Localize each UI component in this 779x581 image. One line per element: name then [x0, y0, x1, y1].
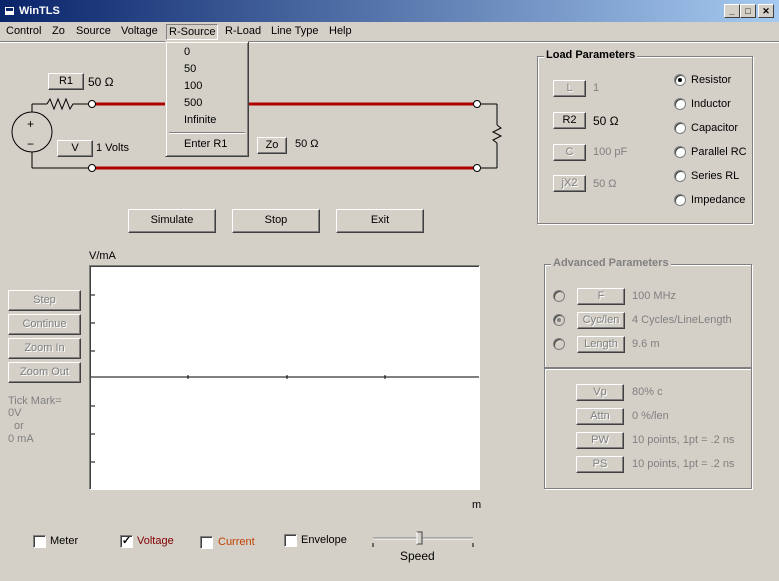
menu-divider — [0, 41, 779, 43]
zo-button[interactable]: Zo — [257, 137, 287, 154]
cyc-len-button[interactable]: Cyc/len — [577, 312, 625, 329]
continue-button[interactable]: Continue — [8, 314, 81, 335]
length-button[interactable]: Length — [577, 336, 625, 353]
l-button[interactable]: L — [553, 80, 586, 97]
l-value: 1 — [593, 82, 600, 94]
ps-value: 10 points, 1pt = .2 ns — [632, 458, 735, 470]
r-source-dropdown: 0 50 100 500 Infinite Enter R1 — [165, 41, 249, 157]
vp-value: 80% c — [632, 386, 663, 398]
tick-mark-volts: 0V — [8, 407, 22, 419]
dropdown-item-100[interactable]: 100 — [169, 78, 245, 95]
ps-button[interactable]: PS — [576, 456, 624, 473]
dropdown-item-0[interactable]: 0 — [169, 44, 245, 61]
menu-line-type[interactable]: Line Type — [269, 24, 321, 40]
source-minus-icon: − — [27, 137, 35, 151]
c-value: 100 pF — [593, 146, 628, 158]
title-bar: WinTLS _ □ ✕ — [0, 0, 779, 22]
plot-x-label: m — [472, 499, 482, 511]
menu-bar: Control Zo Source Voltage R-Source R-Loa… — [0, 22, 779, 41]
f-button[interactable]: F — [577, 288, 625, 305]
resistor-label: Resistor — [691, 74, 732, 86]
zoom-in-button[interactable]: Zoom In — [8, 338, 81, 359]
menu-source[interactable]: Source — [74, 24, 113, 40]
voltage-checkbox[interactable]: ✓ — [120, 535, 133, 548]
app-icon — [5, 7, 14, 15]
r2-button[interactable]: R2 — [553, 112, 586, 129]
vp-button[interactable]: Vp — [576, 384, 624, 401]
r1-button[interactable]: R1 — [48, 73, 84, 90]
parallel-rc-label: Parallel RC — [691, 146, 747, 158]
pw-button[interactable]: PW — [576, 432, 624, 449]
series-rl-radio[interactable] — [674, 170, 686, 182]
r1-value: 50 Ω — [88, 75, 114, 89]
impedance-radio[interactable] — [674, 194, 686, 206]
menu-voltage[interactable]: Voltage — [119, 24, 160, 40]
f-radio[interactable] — [553, 290, 565, 302]
window-title: WinTLS — [19, 5, 60, 17]
current-label: Current — [218, 536, 255, 548]
pw-value: 10 points, 1pt = .2 ns — [632, 434, 735, 446]
maximize-button[interactable]: □ — [740, 4, 756, 18]
load-parameters-title: Load Parameters — [544, 49, 638, 61]
exit-button[interactable]: Exit — [336, 209, 424, 233]
dropdown-separator — [169, 132, 245, 134]
meter-label: Meter — [50, 535, 79, 547]
dropdown-item-enter-r1[interactable]: Enter R1 — [169, 136, 245, 153]
menu-r-load[interactable]: R-Load — [223, 24, 263, 40]
dropdown-item-infinite[interactable]: Infinite — [169, 112, 245, 129]
v-button[interactable]: V — [57, 140, 93, 157]
tick-mark-ma: 0 mA — [8, 433, 34, 445]
menu-r-source[interactable]: R-Source — [166, 24, 219, 40]
menu-control[interactable]: Control — [4, 24, 43, 40]
cyc-len-radio[interactable] — [553, 314, 565, 326]
parallel-rc-radio[interactable] — [674, 146, 686, 158]
dropdown-item-50[interactable]: 50 — [169, 61, 245, 78]
impedance-label: Impedance — [691, 194, 746, 206]
current-checkbox[interactable] — [200, 536, 213, 549]
plot-y-label: V/mA — [89, 250, 116, 262]
meter-checkbox[interactable] — [33, 535, 46, 548]
tick-mark-label: Tick Mark= — [8, 395, 62, 407]
series-rl-label: Series RL — [691, 170, 740, 182]
speed-label: Speed — [400, 549, 435, 563]
speed-slider[interactable] — [370, 531, 478, 551]
length-value: 9.6 m — [632, 338, 660, 350]
menu-help[interactable]: Help — [327, 24, 354, 40]
close-button[interactable]: ✕ — [758, 4, 774, 18]
r2-value: 50 Ω — [593, 114, 619, 128]
f-value: 100 MHz — [632, 290, 677, 302]
tick-mark-or: or — [14, 420, 24, 432]
advanced-parameters-title: Advanced Parameters — [551, 257, 671, 269]
simulate-button[interactable]: Simulate — [128, 209, 216, 233]
stop-button[interactable]: Stop — [232, 209, 320, 233]
dropdown-item-500[interactable]: 500 — [169, 95, 245, 112]
v-value: 1 Volts — [96, 142, 130, 154]
jx2-button[interactable]: jX2 — [553, 175, 586, 192]
menu-zo[interactable]: Zo — [50, 24, 67, 40]
attn-button[interactable]: Attn — [576, 408, 624, 425]
attn-value: 0 %/len — [632, 410, 669, 422]
capacitor-label: Capacitor — [691, 122, 739, 134]
step-button[interactable]: Step — [8, 290, 81, 311]
envelope-checkbox[interactable] — [284, 534, 297, 547]
zo-value: 50 Ω — [295, 138, 319, 150]
inductor-label: Inductor — [691, 98, 731, 110]
minimize-button[interactable]: _ — [724, 4, 740, 18]
zoom-out-button[interactable]: Zoom Out — [8, 362, 81, 383]
inductor-radio[interactable] — [674, 98, 686, 110]
envelope-label: Envelope — [301, 534, 347, 546]
cyc-len-value: 4 Cycles/LineLength — [632, 314, 732, 326]
resistor-radio[interactable] — [674, 74, 686, 86]
c-button[interactable]: C — [553, 144, 586, 161]
waveform-plot — [89, 265, 480, 490]
source-plus-icon: + — [27, 117, 35, 131]
plot-axes — [91, 294, 479, 463]
voltage-label: Voltage — [137, 535, 174, 547]
capacitor-radio[interactable] — [674, 122, 686, 134]
length-radio[interactable] — [553, 338, 565, 350]
jx2-value: 50 Ω — [593, 178, 617, 190]
